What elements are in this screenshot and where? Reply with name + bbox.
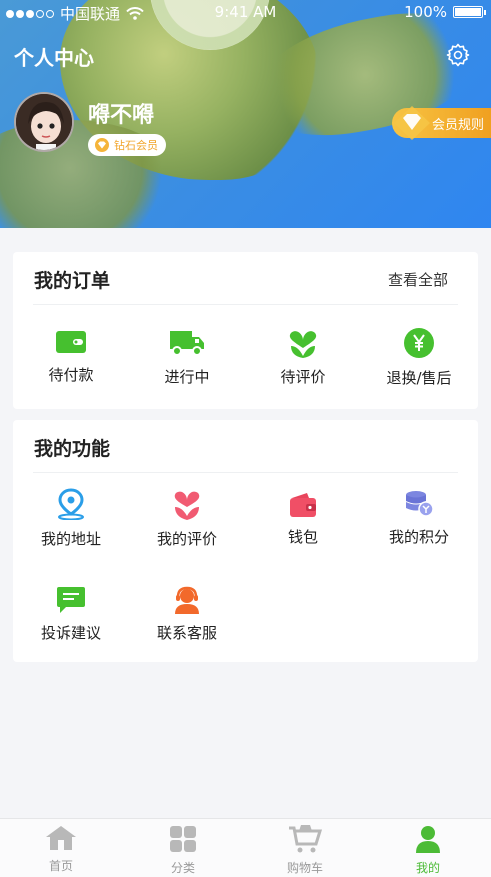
purse-icon (290, 493, 316, 517)
member-rules-label: 会员规则 (432, 117, 485, 133)
func-complaint-suggestion[interactable]: 投诉建议 (13, 586, 129, 643)
profile-header: 中国联通 9:41 AM 100% 个人中心 嘚不嘚 钻石会员 会员规则 (0, 0, 491, 228)
order-item-label: 待付款 (48, 366, 94, 384)
location-icon (58, 488, 84, 520)
tab-home[interactable]: 首页 (21, 825, 101, 874)
coins-icon (406, 491, 434, 517)
yen-icon (404, 328, 434, 358)
func-my-reviews[interactable]: 我的评价 (129, 488, 245, 549)
order-in-progress[interactable]: 进行中 (129, 328, 245, 387)
function-item-label: 投诉建议 (40, 624, 101, 642)
order-pending-payment[interactable]: 待付款 (13, 328, 129, 385)
function-item-label: 我的评价 (156, 530, 217, 548)
battery-percent: 100% (404, 3, 447, 21)
func-wallet[interactable]: 钱包 (245, 492, 361, 547)
member-level-badge[interactable]: 钻石会员 (88, 134, 166, 156)
function-item-label: 我的地址 (40, 530, 101, 548)
tab-label: 我的 (415, 861, 440, 875)
tab-label: 分类 (170, 861, 195, 875)
tab-mine[interactable]: 我的 (388, 825, 468, 876)
divider (33, 472, 458, 473)
cart-icon (289, 825, 323, 853)
member-level-label: 钻石会员 (114, 139, 158, 152)
tab-label: 首页 (48, 859, 73, 873)
function-item-label: 钱包 (287, 528, 318, 546)
my-orders-card: 我的订单 查看全部 待付款 进行中 待评价 退换/售后 (13, 252, 478, 409)
customer-service-icon (175, 586, 199, 614)
order-item-label: 进行中 (164, 368, 210, 386)
my-functions-card: 我的功能 我的地址 我的评价 钱包 我的积分 投诉建议 联系客服 (13, 420, 478, 662)
status-bar: 中国联通 9:41 AM 100% (0, 0, 491, 24)
username: 嘚不嘚 (88, 103, 155, 128)
function-item-label: 我的积分 (388, 528, 449, 546)
order-item-label: 待评价 (280, 368, 326, 386)
message-icon (57, 587, 85, 613)
func-customer-service[interactable]: 联系客服 (129, 586, 245, 643)
wallet-icon (56, 331, 86, 353)
status-right: 100% (404, 3, 486, 21)
category-icon (170, 826, 196, 852)
gold-diamond-icon (394, 106, 430, 140)
orders-title: 我的订单 (34, 270, 111, 292)
diamond-icon (95, 138, 109, 152)
function-item-label: 联系客服 (156, 624, 217, 642)
truck-icon (170, 331, 204, 356)
func-my-points[interactable]: 我的积分 (361, 490, 477, 547)
settings-gear-icon[interactable] (446, 43, 470, 67)
functions-title: 我的功能 (34, 438, 111, 460)
order-to-review[interactable]: 待评价 (245, 326, 361, 387)
tab-cart[interactable]: 购物车 (265, 825, 345, 876)
func-my-address[interactable]: 我的地址 (13, 488, 129, 549)
page-title: 个人中心 (14, 46, 94, 70)
divider (33, 304, 458, 305)
battery-icon (453, 6, 486, 18)
home-icon (46, 826, 76, 850)
heart-icon (289, 331, 317, 358)
flower-icon (174, 491, 200, 520)
order-item-label: 退换/售后 (386, 369, 452, 387)
order-after-sales[interactable]: 退换/售后 (361, 327, 477, 388)
profile-icon (416, 826, 440, 853)
bottom-tab-bar: 首页 分类 购物车 我的 (0, 818, 491, 877)
tab-label: 购物车 (286, 861, 323, 875)
avatar[interactable] (14, 92, 74, 152)
view-all-orders-link[interactable]: 查看全部 (388, 269, 448, 290)
tab-category[interactable]: 分类 (143, 825, 223, 876)
